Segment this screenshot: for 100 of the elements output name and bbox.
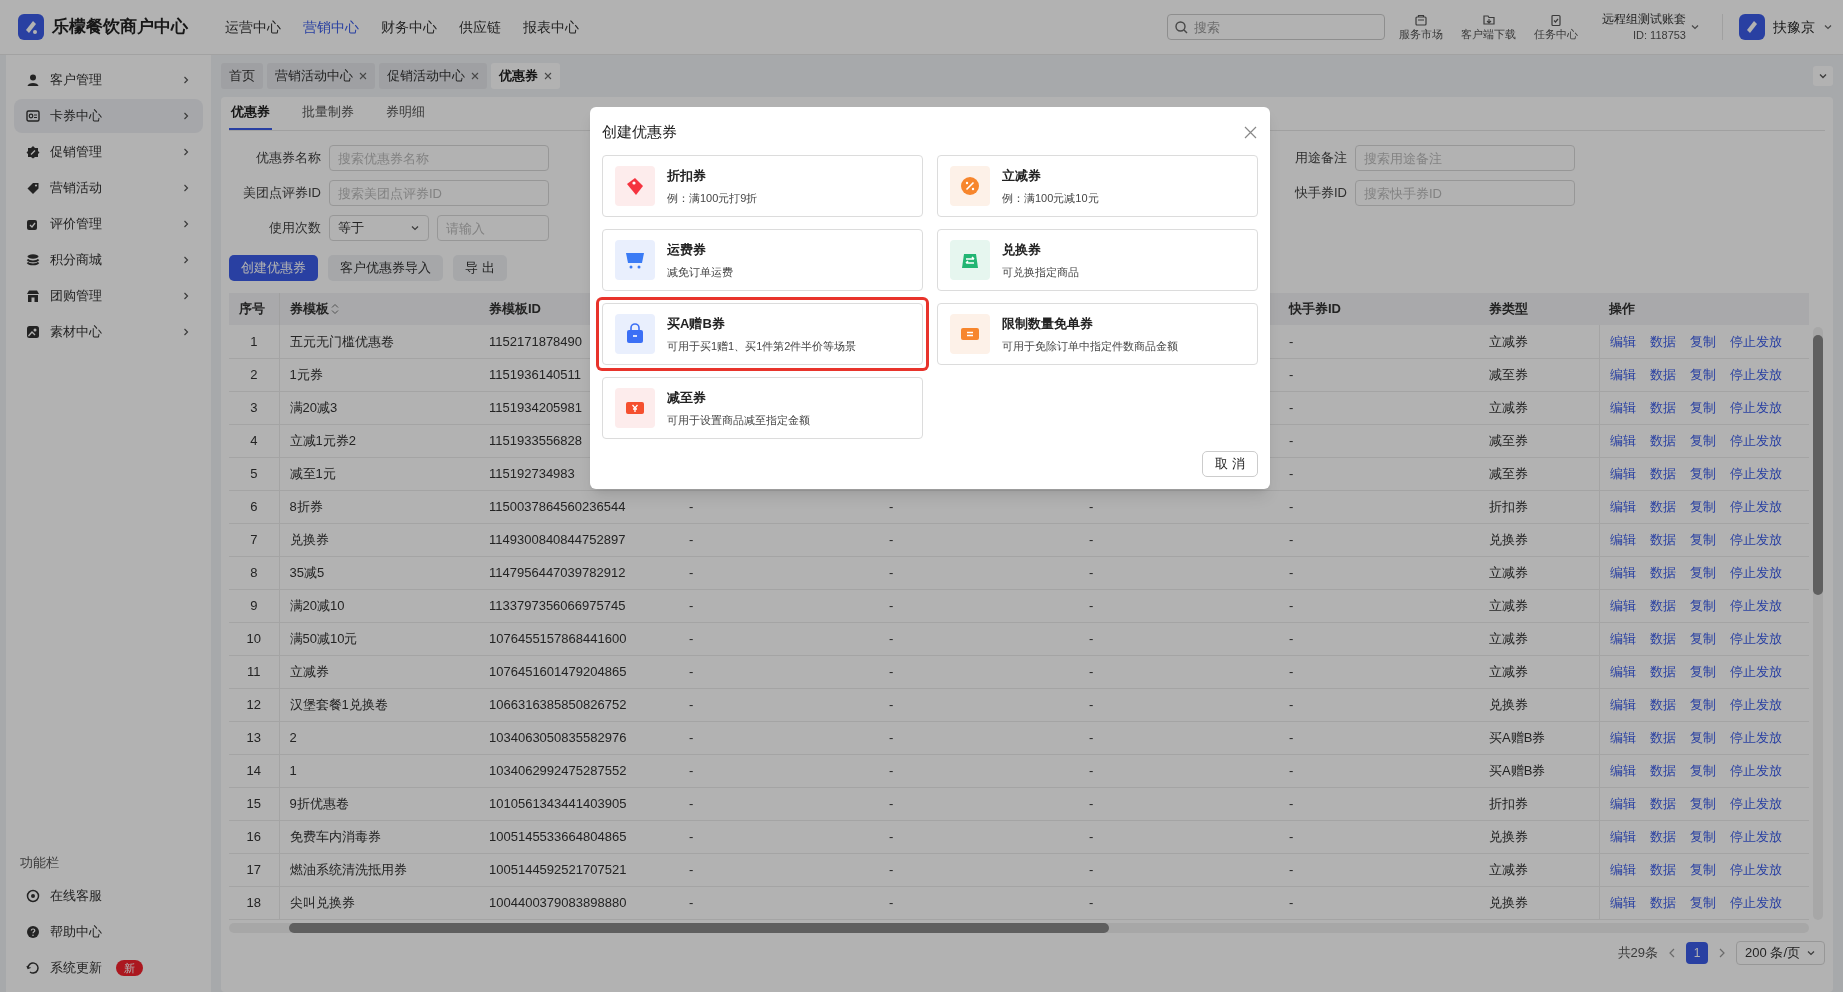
table-link[interactable]: 停止发放	[1729, 562, 1782, 583]
table-link[interactable]: 复制	[1689, 562, 1716, 583]
table-link[interactable]: 停止发放	[1729, 760, 1782, 781]
sidebar-item[interactable]: 卡券中心	[14, 99, 203, 133]
table-link[interactable]: 数据	[1649, 892, 1676, 913]
table-link[interactable]: 停止发放	[1729, 397, 1782, 418]
table-link[interactable]: 数据	[1649, 364, 1676, 385]
table-link[interactable]: 编辑	[1609, 892, 1636, 913]
table-link[interactable]: 停止发放	[1729, 595, 1782, 616]
sub-tab[interactable]: 批量制券	[300, 96, 356, 130]
table-link[interactable]: 复制	[1689, 859, 1716, 880]
table-link[interactable]: 编辑	[1609, 727, 1636, 748]
table-link[interactable]: 复制	[1689, 364, 1716, 385]
sidebar-item[interactable]: 营销活动	[14, 171, 203, 205]
table-link[interactable]: 编辑	[1609, 760, 1636, 781]
table-link[interactable]: 数据	[1649, 661, 1676, 682]
table-link[interactable]: 数据	[1649, 826, 1676, 847]
coupon-type-option[interactable]: 折扣券 例：满100元打9折	[602, 155, 923, 217]
table-link[interactable]: 编辑	[1609, 694, 1636, 715]
coupon-type-option[interactable]: 运费券 减免订单运费	[602, 229, 923, 291]
table-link[interactable]: 数据	[1649, 595, 1676, 616]
coupon-type-option[interactable]: 减至券 可用于设置商品减至指定金额	[602, 377, 923, 439]
search-field[interactable]: 搜索	[1167, 14, 1385, 40]
table-link[interactable]: 复制	[1689, 727, 1716, 748]
account-switcher[interactable]: 远程组测试账套 ID: 118753	[1602, 11, 1700, 43]
nav-tab[interactable]: 营销中心	[303, 16, 359, 38]
nav-tab[interactable]: 运营中心	[225, 16, 281, 38]
coupon-type-option[interactable]: 兑换券 可兑换指定商品	[937, 229, 1258, 291]
table-link[interactable]: 数据	[1649, 694, 1676, 715]
table-link[interactable]: 停止发放	[1729, 694, 1782, 715]
sidebar-item[interactable]: 素材中心	[14, 315, 203, 349]
toolbar-button[interactable]: 客户端下载	[1461, 13, 1516, 41]
horizontal-scrollbar[interactable]	[229, 922, 1809, 933]
table-link[interactable]: 停止发放	[1729, 331, 1782, 351]
table-link[interactable]: 停止发放	[1729, 430, 1782, 451]
table-link[interactable]: 编辑	[1609, 661, 1636, 682]
table-link[interactable]: 数据	[1649, 463, 1676, 484]
table-link[interactable]: 编辑	[1609, 529, 1636, 550]
table-link[interactable]: 数据	[1649, 529, 1676, 550]
page-button[interactable]: 1	[1686, 941, 1709, 964]
table-link[interactable]: 编辑	[1609, 331, 1636, 351]
page-tab[interactable]: 营销活动中心	[267, 63, 375, 89]
sidebar-item[interactable]: 促销管理	[14, 135, 203, 169]
tabs-menu-button[interactable]	[1813, 66, 1833, 86]
table-link[interactable]: 编辑	[1609, 562, 1636, 583]
nav-tab[interactable]: 报表中心	[523, 16, 579, 38]
user-menu[interactable]: 扶豫京	[1722, 14, 1833, 40]
table-link[interactable]: 编辑	[1609, 628, 1636, 649]
table-link[interactable]: 停止发放	[1729, 628, 1782, 649]
sidebar-item[interactable]: 客户管理	[14, 63, 203, 97]
table-link[interactable]: 停止发放	[1729, 892, 1782, 913]
action-button[interactable]: 客户优惠券导入	[328, 255, 443, 281]
action-button[interactable]: 创建优惠券	[229, 255, 318, 281]
table-link[interactable]: 复制	[1689, 826, 1716, 847]
sidebar-item[interactable]: 系统更新 新	[14, 952, 203, 984]
table-link[interactable]: 停止发放	[1729, 793, 1782, 814]
sub-tab[interactable]: 优惠券	[229, 96, 272, 130]
table-link[interactable]: 复制	[1689, 430, 1716, 451]
table-link[interactable]: 复制	[1689, 397, 1716, 418]
table-link[interactable]: 复制	[1689, 529, 1716, 550]
table-link[interactable]: 停止发放	[1729, 826, 1782, 847]
table-link[interactable]: 编辑	[1609, 826, 1636, 847]
table-link[interactable]: 数据	[1649, 331, 1676, 351]
table-link[interactable]: 复制	[1689, 760, 1716, 781]
toolbar-button[interactable]: 任务中心	[1534, 13, 1578, 41]
table-link[interactable]: 停止发放	[1729, 529, 1782, 550]
page-size-dropdown[interactable]: 200 条/页	[1736, 940, 1825, 965]
table-link[interactable]: 编辑	[1609, 859, 1636, 880]
table-link[interactable]: 停止发放	[1729, 661, 1782, 682]
coupon-type-option[interactable]: 限制数量免单券 可用于免除订单中指定件数商品金额	[937, 303, 1258, 365]
table-link[interactable]: 复制	[1689, 496, 1716, 517]
table-link[interactable]: 数据	[1649, 628, 1676, 649]
table-link[interactable]: 复制	[1689, 595, 1716, 616]
table-link[interactable]: 停止发放	[1729, 496, 1782, 517]
close-button[interactable]	[1242, 124, 1258, 140]
sidebar-item[interactable]: 积分商城	[14, 243, 203, 277]
page-tab[interactable]: 首页	[221, 63, 263, 89]
sidebar-item[interactable]: 评价管理	[14, 207, 203, 241]
sidebar-item[interactable]: 帮助中心	[14, 916, 203, 948]
table-link[interactable]: 停止发放	[1729, 859, 1782, 880]
table-link[interactable]: 停止发放	[1729, 463, 1782, 484]
toolbar-button[interactable]: 服务市场	[1399, 13, 1443, 41]
page-tab[interactable]: 优惠券	[491, 63, 560, 89]
table-link[interactable]: 编辑	[1609, 595, 1636, 616]
table-link[interactable]: 停止发放	[1729, 727, 1782, 748]
table-link[interactable]: 数据	[1649, 397, 1676, 418]
table-link[interactable]: 复制	[1689, 661, 1716, 682]
table-link[interactable]: 复制	[1689, 331, 1716, 351]
cancel-button[interactable]: 取 消	[1202, 451, 1258, 477]
table-link[interactable]: 编辑	[1609, 496, 1636, 517]
sub-tab[interactable]: 券明细	[384, 96, 427, 130]
table-link[interactable]: 数据	[1649, 562, 1676, 583]
sidebar-item[interactable]: 在线客服	[14, 880, 203, 912]
table-link[interactable]: 数据	[1649, 496, 1676, 517]
sidebar-item[interactable]: 团购管理	[14, 279, 203, 313]
table-link[interactable]: 复制	[1689, 793, 1716, 814]
table-link[interactable]: 数据	[1649, 793, 1676, 814]
table-link[interactable]: 数据	[1649, 727, 1676, 748]
table-link[interactable]: 复制	[1689, 892, 1716, 913]
action-button[interactable]: 导 出	[453, 255, 507, 281]
